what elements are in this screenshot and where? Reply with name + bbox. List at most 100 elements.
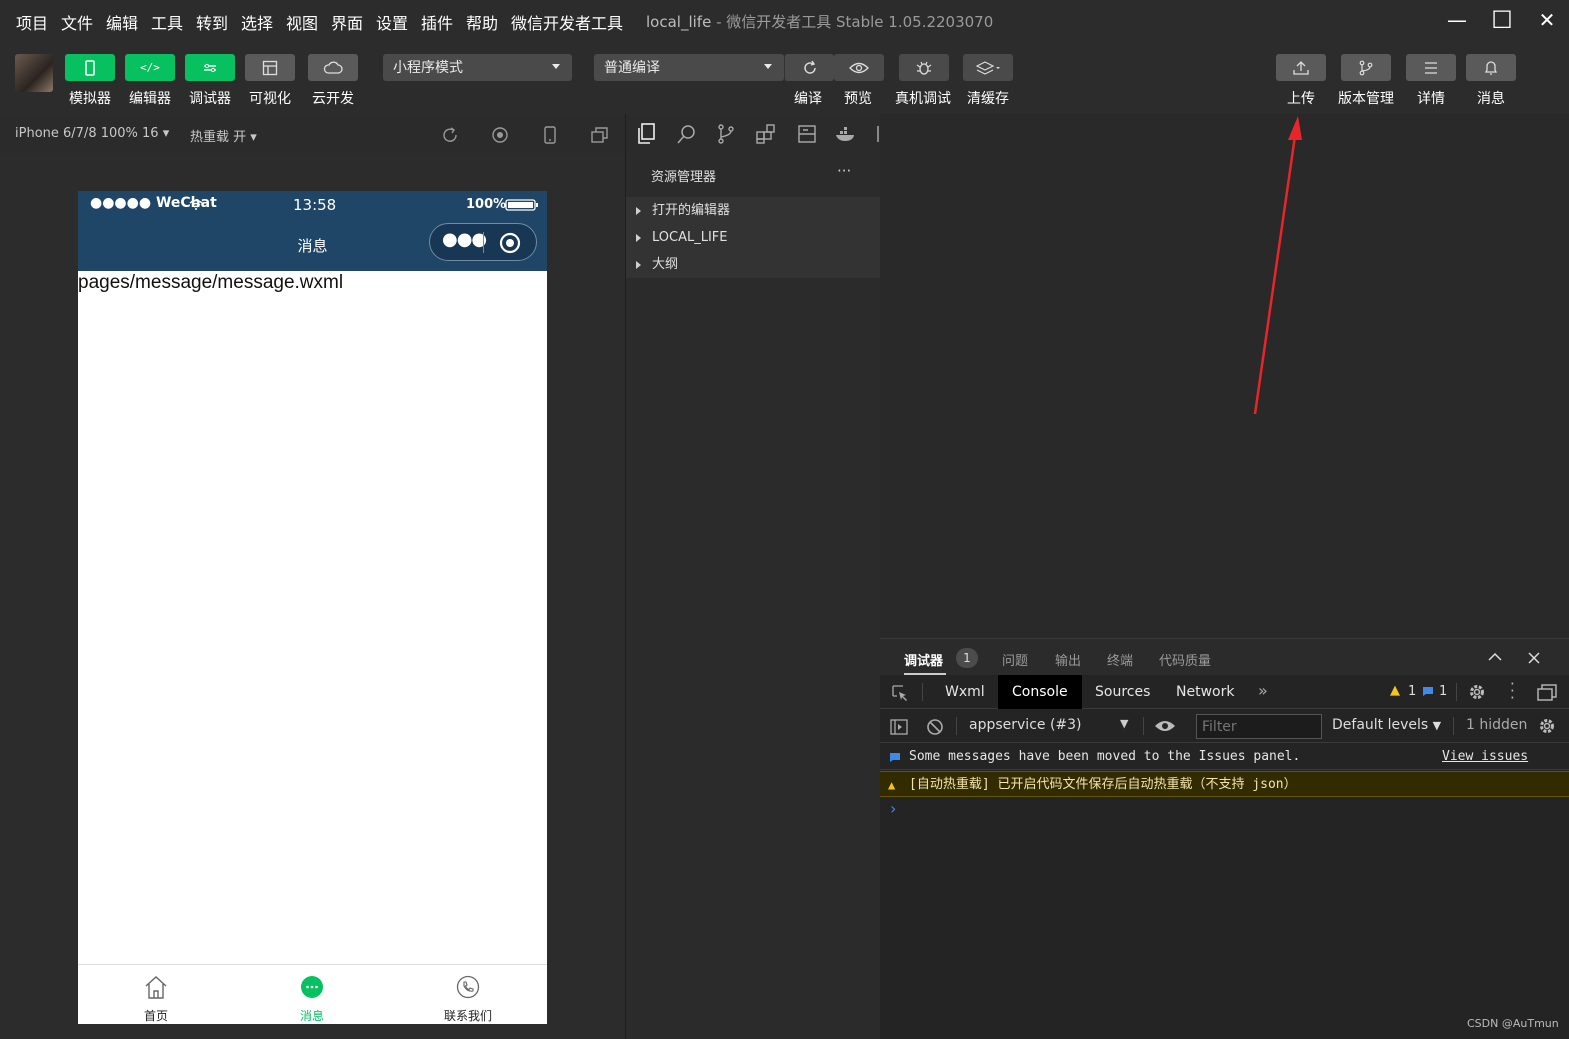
files-icon[interactable] (636, 122, 658, 146)
upload-label: 上传 (1287, 91, 1315, 107)
tree-local-life[interactable]: LOCAL_LIFE (626, 224, 880, 251)
debugger-button[interactable] (185, 54, 235, 81)
title-bar: 项目 文件 编辑 工具 转到 选择 视图 界面 设置 插件 帮助 微信开发者工具… (0, 0, 1569, 40)
tab-console[interactable]: Console (998, 675, 1082, 709)
mobile-icon[interactable] (541, 125, 559, 145)
simulator-button[interactable] (65, 54, 115, 81)
clear-cache-button[interactable] (963, 54, 1013, 81)
popout-icon[interactable] (590, 126, 610, 144)
info-count: 1 (1439, 684, 1448, 699)
context-select[interactable]: appservice (#3) (969, 717, 1082, 733)
explorer-panel: 资源管理器 ··· 打开的编辑器 LOCAL_LIFE 大纲 (625, 114, 880, 1039)
maximize-button[interactable]: ☐ (1487, 6, 1517, 34)
editor-button[interactable]: </> (125, 54, 175, 81)
more-dots-icon[interactable]: ●●● (442, 229, 487, 250)
tab-messages[interactable]: 消息 (234, 965, 390, 1024)
tab-sources[interactable]: Sources (1081, 675, 1164, 709)
menu-view[interactable]: 视图 (286, 10, 318, 34)
tab-network[interactable]: Network (1162, 675, 1248, 709)
menu-project[interactable]: 项目 (16, 10, 48, 34)
tab-contact[interactable]: 联系我们 (390, 965, 546, 1024)
minimize-button[interactable]: — (1442, 6, 1472, 34)
menu-file[interactable]: 文件 (61, 10, 93, 34)
more-tabs-icon[interactable]: » (1258, 681, 1268, 700)
filter-input[interactable] (1196, 714, 1322, 739)
tab-code-quality[interactable]: 代码质量 (1159, 650, 1211, 669)
phone-simulator[interactable]: ●●●●● WeChat 13:58 100% 消息 ●●● pages/mes… (78, 191, 547, 1024)
messages-button[interactable] (1466, 54, 1516, 81)
upload-button[interactable] (1276, 54, 1326, 81)
preview-button[interactable] (834, 54, 884, 81)
compile-select[interactable]: 普通编译 (594, 54, 784, 81)
menu-settings[interactable]: 设置 (376, 10, 408, 34)
close-target-icon[interactable] (498, 231, 522, 255)
extensions-icon[interactable] (755, 123, 777, 145)
inspect-element-icon[interactable] (891, 684, 909, 702)
visual-button[interactable] (245, 54, 295, 81)
record-icon[interactable] (491, 126, 509, 144)
toolbar-divider (956, 717, 957, 735)
search-icon[interactable] (676, 123, 698, 145)
page-content: pages/message/message.wxml (78, 272, 344, 293)
tab-issues[interactable]: 问题 (1002, 650, 1028, 669)
annotation-arrow-icon (1253, 116, 1302, 415)
view-issues-link[interactable]: View issues (1442, 744, 1528, 770)
capsule-button[interactable]: ●●● (429, 223, 537, 261)
gear-icon[interactable] (1468, 683, 1486, 701)
message-icon (890, 753, 900, 762)
menu-tools[interactable]: 工具 (151, 10, 183, 34)
console-message-info: Some messages have been moved to the Iss… (880, 744, 1569, 770)
levels-select[interactable]: Default levels ▼ (1332, 717, 1441, 733)
layout-icon (262, 60, 278, 75)
avatar[interactable] (15, 54, 53, 92)
close-button[interactable]: ✕ (1532, 6, 1562, 34)
tab-debugger[interactable]: 调试器 (904, 650, 943, 669)
message-icon[interactable] (1422, 686, 1434, 697)
compile-button[interactable] (784, 54, 834, 81)
dock-icon[interactable] (1536, 683, 1558, 701)
rotate-icon[interactable] (441, 126, 459, 144)
clear-console-icon[interactable] (926, 718, 944, 736)
cloud-button[interactable] (308, 54, 358, 81)
main-toolbar: 模拟器 </> 编辑器 调试器 可视化 云开发 小程序模式 普通编译 编译 预览… (0, 40, 1569, 114)
clear-cache-label: 清缓存 (967, 91, 1009, 107)
menu-plugins[interactable]: 插件 (421, 10, 453, 34)
menu-goto[interactable]: 转到 (196, 10, 228, 34)
console-prompt[interactable]: › (890, 799, 896, 818)
tab-home[interactable]: 首页 (78, 965, 234, 1024)
chevron-up-icon[interactable] (1488, 652, 1502, 662)
tab-output[interactable]: 输出 (1055, 650, 1081, 669)
menu-interface[interactable]: 界面 (331, 10, 363, 34)
tab-terminal[interactable]: 终端 (1107, 650, 1133, 669)
battery-text: 100% (466, 197, 507, 212)
close-panel-icon[interactable] (1528, 652, 1540, 664)
console-message-warning: ▲ [自动热重载] 已开启代码文件保存后自动热重载（不支持 json） (880, 771, 1569, 797)
cloud-label: 云开发 (312, 91, 354, 107)
menu-select[interactable]: 选择 (241, 10, 273, 34)
kebab-menu-icon[interactable]: · · · (1510, 677, 1515, 706)
tree-outline[interactable]: 大纲 (626, 251, 880, 278)
sidebar-toggle-icon[interactable] (890, 718, 908, 736)
device-select[interactable]: iPhone 6/7/8 100% 16 ▾ (15, 126, 169, 141)
gear-icon[interactable] (1538, 717, 1556, 735)
tree-open-editors[interactable]: 打开的编辑器 (626, 197, 880, 224)
warning-icon[interactable]: ▲ (1390, 683, 1400, 698)
menu-help[interactable]: 帮助 (466, 10, 498, 34)
docker-icon[interactable] (834, 123, 858, 145)
remote-debug-button[interactable] (899, 54, 949, 81)
version-button[interactable] (1341, 54, 1391, 81)
visual-label: 可视化 (249, 91, 291, 107)
storage-icon[interactable] (796, 123, 818, 145)
menu-wechat-devtools[interactable]: 微信开发者工具 (511, 10, 623, 34)
chevron-down-icon[interactable]: ▼ (1120, 717, 1128, 730)
details-button[interactable] (1406, 54, 1456, 81)
mode-select[interactable]: 小程序模式 (383, 54, 572, 81)
source-control-icon[interactable] (716, 123, 736, 145)
explorer-more-icon[interactable]: ··· (837, 162, 851, 180)
tab-wxml[interactable]: Wxml (931, 675, 999, 709)
hot-reload-toggle[interactable]: 热重载 开 ▾ (190, 126, 257, 145)
console-filterbar: appservice (#3) ▼ Default levels ▼ 1 hid… (880, 709, 1569, 743)
wifi-icon (189, 199, 203, 210)
eye-icon[interactable] (1154, 719, 1176, 733)
menu-edit[interactable]: 编辑 (106, 10, 138, 34)
